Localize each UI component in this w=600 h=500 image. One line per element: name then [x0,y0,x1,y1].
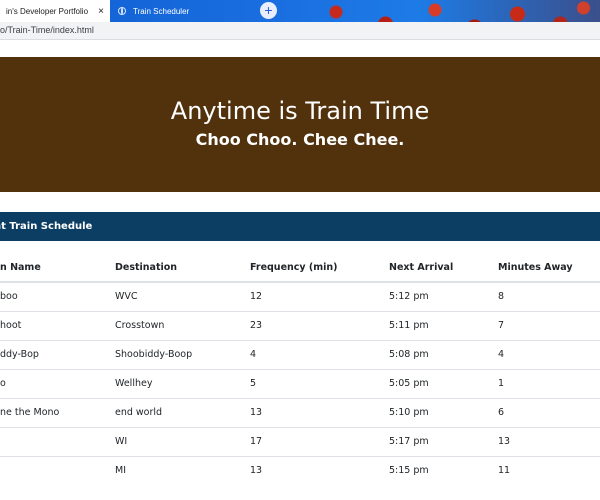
cell-destination: Wellhey [115,368,250,398]
table-header-row: n Name Destination Frequency (min) Next … [0,254,600,283]
cell-train-name [0,426,115,456]
table-row: ne the Mono end world 13 5:10 pm 6 [0,397,600,427]
cell-minutes-away: 4 [498,339,600,369]
cell-frequency: 17 [250,426,389,456]
cell-next-arrival: 5:12 pm [389,281,498,311]
new-tab-button[interactable]: + [260,2,277,19]
table-row: boo WVC 12 5:12 pm 8 [0,281,600,311]
url-text: o/Train-Time/index.html [0,25,94,35]
table-row: ddy-Bop Shoobiddy-Boop 4 5:08 pm 4 [0,339,600,369]
tab-label: in's Developer Portfolio [6,6,89,16]
cell-minutes-away: 6 [498,397,600,427]
cell-frequency: 23 [250,310,389,340]
column-header-destination: Destination [115,254,250,283]
cell-minutes-away: 13 [498,426,600,456]
cell-minutes-away: 11 [498,455,600,485]
cell-next-arrival: 5:05 pm [389,368,498,398]
cell-frequency: 12 [250,281,389,311]
cell-next-arrival: 5:08 pm [389,339,498,369]
globe-icon [118,7,126,15]
jumbotron: Anytime is Train Time Choo Choo. Chee Ch… [0,57,600,192]
column-header-train-name: n Name [0,254,115,283]
cell-train-name: hoot [0,310,115,340]
table-row: MI 13 5:15 pm 11 [0,455,600,485]
tab-developer-portfolio[interactable]: in's Developer Portfolio × [0,0,110,22]
cell-train-name: ne the Mono [0,397,115,427]
column-header-next-arrival: Next Arrival [389,254,498,283]
cell-destination: WVC [115,281,250,311]
cell-frequency: 13 [250,397,389,427]
table-row: WI 17 5:17 pm 13 [0,426,600,456]
table-row: o Wellhey 5 5:05 pm 1 [0,368,600,398]
browser-chrome: in's Developer Portfolio × Train Schedul… [0,0,600,40]
column-header-minutes-away: Minutes Away [498,254,600,283]
cell-minutes-away: 7 [498,310,600,340]
card-header-title: nt Train Schedule [0,221,93,232]
page-subtitle: Choo Choo. Chee Chee. [195,130,405,149]
cell-next-arrival: 5:15 pm [389,455,498,485]
tab-train-scheduler[interactable]: Train Scheduler [112,0,254,22]
cell-train-name [0,455,115,485]
cell-train-name: ddy-Bop [0,339,115,369]
column-header-frequency: Frequency (min) [250,254,389,283]
tab-label: Train Scheduler [133,6,190,16]
train-schedule-table: n Name Destination Frequency (min) Next … [0,254,600,485]
cell-destination: Crosstown [115,310,250,340]
cell-minutes-away: 8 [498,281,600,311]
address-bar[interactable]: o/Train-Time/index.html [0,22,600,40]
close-tab-icon[interactable]: × [98,6,104,17]
schedule-card-header: nt Train Schedule [0,212,600,241]
cell-train-name: o [0,368,115,398]
cell-frequency: 4 [250,339,389,369]
cell-next-arrival: 5:10 pm [389,397,498,427]
cell-destination: MI [115,455,250,485]
cell-minutes-away: 1 [498,368,600,398]
cell-train-name: boo [0,281,115,311]
cell-destination: Shoobiddy-Boop [115,339,250,369]
cell-frequency: 13 [250,455,389,485]
cell-next-arrival: 5:11 pm [389,310,498,340]
table-row: hoot Crosstown 23 5:11 pm 7 [0,310,600,340]
cell-next-arrival: 5:17 pm [389,426,498,456]
cell-frequency: 5 [250,368,389,398]
cell-destination: end world [115,397,250,427]
cell-destination: WI [115,426,250,456]
page-title: Anytime is Train Time [170,97,430,125]
